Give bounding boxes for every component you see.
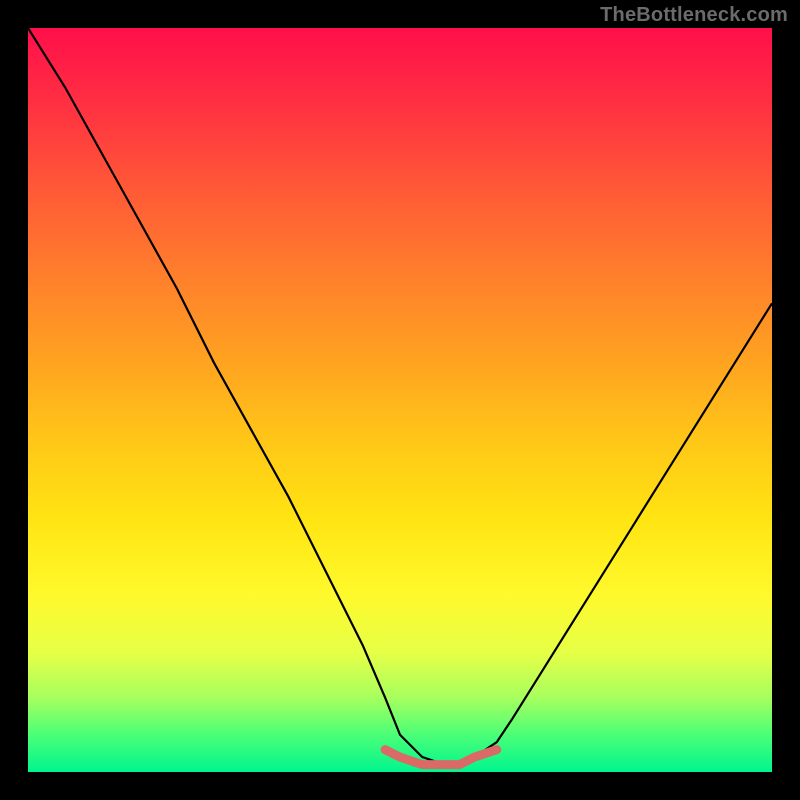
chart-frame: TheBottleneck.com: [0, 0, 800, 800]
bottleneck-curve-path: [28, 28, 772, 765]
watermark-label: TheBottleneck.com: [600, 4, 788, 27]
optimal-range-marker-path: [385, 750, 497, 765]
chart-overlay: [28, 28, 772, 772]
